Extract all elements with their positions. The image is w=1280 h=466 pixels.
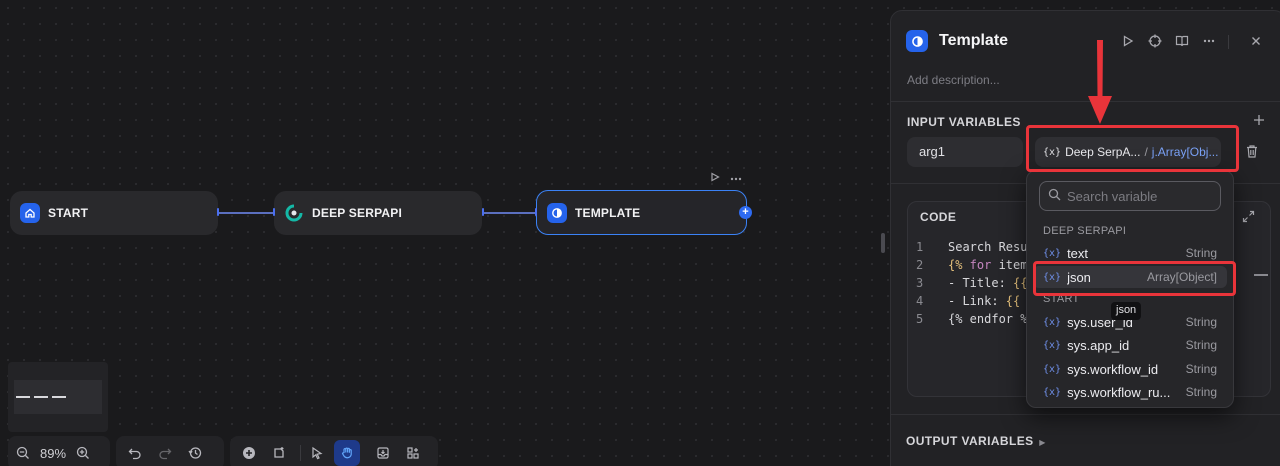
variable-x-icon: {x} [1043, 386, 1062, 398]
undo-icon[interactable] [122, 440, 148, 466]
description-input[interactable]: Add description... [907, 73, 1000, 87]
docs-book-icon[interactable] [1174, 33, 1190, 49]
home-icon [20, 203, 40, 223]
toolbar-divider [300, 445, 301, 461]
zoom-toolbar: 89% [8, 436, 110, 466]
node-start[interactable]: START [10, 191, 218, 235]
template-icon [547, 202, 567, 223]
annotation-highlight-reference [1026, 125, 1239, 172]
node-template-input-handle[interactable] [535, 208, 537, 216]
add-variable-icon[interactable] [1253, 113, 1265, 131]
search-variable-input[interactable]: Search variable [1039, 181, 1221, 211]
pointer-tool-icon[interactable] [304, 440, 330, 466]
more-options-icon[interactable] [730, 172, 742, 184]
edge-start-serpapi [218, 212, 274, 214]
hand-tool-icon[interactable] [334, 440, 360, 466]
dropdown-item-sys-workflow-id[interactable]: {x} sys.workflow_id String [1033, 358, 1227, 380]
node-serpapi-input-handle[interactable] [273, 208, 275, 216]
node-deep-serpapi[interactable]: DEEP SERPAPI [274, 191, 482, 235]
dropdown-item-sys-app-id[interactable]: {x} sys.app_id String [1033, 334, 1227, 356]
delete-variable-icon[interactable] [1245, 144, 1259, 164]
edge-serpapi-template [483, 212, 537, 214]
dropdown-item-sys-workflow-run-id[interactable]: {x} sys.workflow_ru... String [1033, 381, 1227, 403]
output-variables-label[interactable]: OUTPUT VARIABLES ▶ [906, 434, 1046, 448]
variable-x-icon: {x} [1043, 316, 1062, 328]
node-start-output-handle[interactable] [217, 208, 219, 216]
add-next-node-icon[interactable]: + [739, 206, 752, 219]
add-block-icon[interactable] [236, 440, 262, 466]
locate-node-icon[interactable] [1147, 33, 1163, 49]
run-node-icon[interactable] [710, 171, 720, 185]
tooltip: json [1111, 302, 1142, 320]
node-template-toolbar [710, 170, 742, 186]
redo-icon[interactable] [152, 440, 178, 466]
section-divider [891, 414, 1280, 415]
code-line: 1 Search Resul [916, 240, 1035, 254]
scrollbar-thumb[interactable] [1254, 274, 1268, 276]
node-start-label: START [48, 206, 89, 220]
history-toolbar [116, 436, 224, 466]
close-icon[interactable] [1248, 33, 1264, 49]
code-line: 5 {% endfor %} [916, 312, 1035, 326]
more-options-icon[interactable] [1201, 33, 1217, 49]
expand-icon[interactable] [1242, 210, 1255, 228]
node-template[interactable]: TEMPLATE [536, 190, 747, 235]
run-step-icon[interactable] [1120, 33, 1136, 49]
tools-toolbar [230, 436, 438, 466]
code-line: 4- Link: {{ [916, 294, 1021, 308]
variable-x-icon: {x} [1043, 363, 1062, 375]
search-placeholder: Search variable [1067, 188, 1158, 204]
minimap-node [52, 396, 66, 398]
zoom-out-icon[interactable] [14, 440, 32, 466]
variable-name-input[interactable]: arg1 [907, 137, 1023, 167]
panel-title[interactable]: Template [939, 32, 1008, 50]
chevron-right-icon: ▶ [1039, 438, 1046, 447]
minimap-node [16, 396, 30, 398]
code-line: 2 {% for item [916, 258, 1028, 272]
code-label: CODE [920, 210, 957, 224]
node-template-label: TEMPLATE [575, 205, 641, 220]
panel-resize-handle[interactable] [881, 233, 885, 253]
code-line: 3- Title: {{ [916, 276, 1028, 290]
dropdown-group-label: DEEP SERPAPI [1043, 225, 1127, 237]
variable-x-icon: {x} [1043, 339, 1062, 351]
export-image-icon[interactable] [370, 440, 396, 466]
organize-blocks-icon[interactable] [400, 440, 426, 466]
search-icon [1048, 188, 1061, 204]
minimap[interactable] [8, 362, 108, 432]
serpapi-logo-icon [284, 203, 304, 223]
annotation-highlight-json [1033, 261, 1236, 296]
zoom-level[interactable]: 89% [36, 446, 70, 461]
node-deep-serpapi-label: DEEP SERPAPI [312, 206, 402, 220]
node-serpapi-output-handle[interactable] [482, 208, 484, 216]
history-icon[interactable] [182, 440, 208, 466]
template-icon [906, 30, 928, 52]
input-variables-label: INPUT VARIABLES [907, 115, 1021, 129]
zoom-in-icon[interactable] [74, 440, 92, 466]
annotation-arrow-icon [1088, 40, 1112, 124]
minimap-node [34, 396, 48, 398]
header-divider [1228, 35, 1229, 49]
variable-x-icon: {x} [1043, 247, 1062, 259]
add-note-icon[interactable] [266, 440, 292, 466]
